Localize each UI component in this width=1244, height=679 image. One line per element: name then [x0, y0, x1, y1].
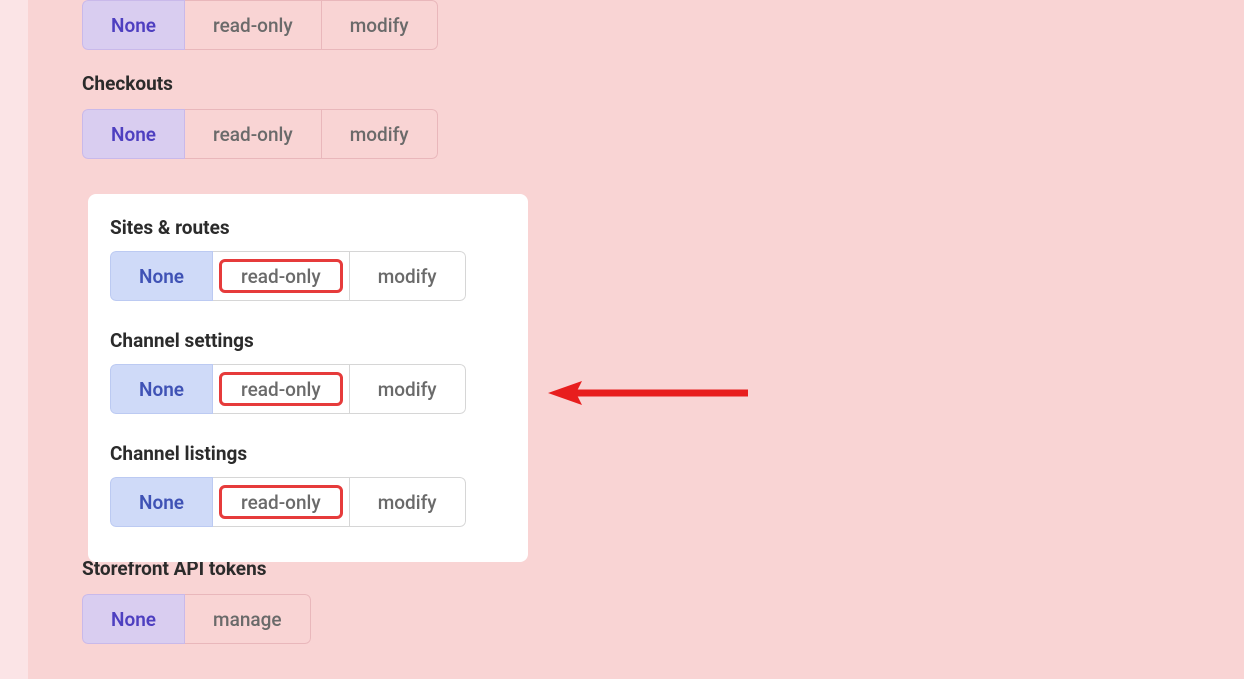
- segmented-control-checkouts: None read-only modify: [82, 109, 438, 159]
- permission-group-checkouts: Checkouts None read-only modify: [28, 72, 1244, 159]
- page-left-margin: [0, 0, 28, 679]
- segmented-control-channel-settings: None read-only modify: [110, 364, 466, 414]
- option-none[interactable]: None: [82, 594, 185, 644]
- option-none[interactable]: None: [110, 251, 213, 301]
- option-modify[interactable]: modify: [350, 364, 466, 414]
- group-title-checkouts: Checkouts: [82, 72, 1244, 95]
- option-modify[interactable]: modify: [322, 109, 438, 159]
- option-modify[interactable]: modify: [350, 477, 466, 527]
- option-read-only[interactable]: read-only: [213, 251, 350, 301]
- option-none[interactable]: None: [82, 0, 185, 50]
- permission-group-storefront-api-tokens: Storefront API tokens None manage: [28, 557, 1244, 644]
- permission-group-channel-listings: Channel listings None read-only modify: [110, 442, 506, 527]
- option-none[interactable]: None: [82, 109, 185, 159]
- group-title-channel-listings: Channel listings: [110, 442, 506, 465]
- option-modify[interactable]: modify: [322, 0, 438, 50]
- annotation-arrow-icon: [548, 378, 748, 408]
- permission-group-sites-routes: Sites & routes None read-only modify: [110, 216, 506, 301]
- group-title-channel-settings: Channel settings: [110, 329, 506, 352]
- page-content: None read-only modify Checkouts None rea…: [28, 0, 1244, 679]
- annotation-highlight-card: Sites & routes None read-only modify Cha…: [88, 194, 528, 562]
- permission-group-top: None read-only modify: [28, 0, 1244, 50]
- option-read-only[interactable]: read-only: [213, 477, 350, 527]
- segmented-control-storefront-api-tokens: None manage: [82, 594, 311, 644]
- option-read-only[interactable]: read-only: [213, 364, 350, 414]
- option-read-only[interactable]: read-only: [185, 109, 322, 159]
- segmented-control-channel-listings: None read-only modify: [110, 477, 466, 527]
- option-none[interactable]: None: [110, 477, 213, 527]
- segmented-control-top: None read-only modify: [82, 0, 438, 50]
- segmented-control-sites-routes: None read-only modify: [110, 251, 466, 301]
- option-read-only[interactable]: read-only: [185, 0, 322, 50]
- option-none[interactable]: None: [110, 364, 213, 414]
- group-title-sites-routes: Sites & routes: [110, 216, 506, 239]
- option-modify[interactable]: modify: [350, 251, 466, 301]
- permission-group-channel-settings: Channel settings None read-only modify: [110, 329, 506, 414]
- option-manage[interactable]: manage: [185, 594, 311, 644]
